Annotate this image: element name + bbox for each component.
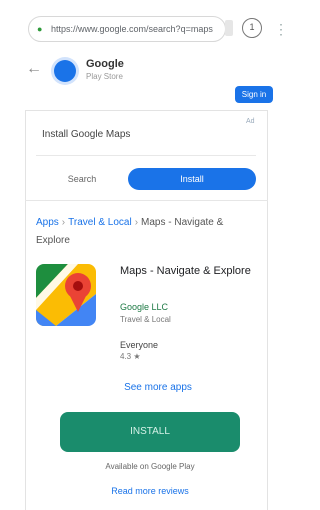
tab-switcher-icon[interactable]: 1 [242, 18, 262, 38]
site-subtitle: Play Store [86, 72, 123, 81]
app-developer[interactable]: Google LLC [120, 302, 168, 312]
segment-search[interactable]: Search [36, 168, 128, 190]
chevron-right-icon: › [61, 217, 66, 228]
url-text[interactable]: https://www.google.com/search?q=maps [51, 24, 213, 34]
segment-install[interactable]: Install [128, 168, 256, 190]
read-reviews-link[interactable]: Read more reviews [90, 486, 210, 496]
breadcrumb: Apps › Travel & Local › Maps - Navigate & Ex… [36, 214, 258, 250]
app-rating: 4.3 ★ [120, 352, 141, 361]
availability-note: Available on Google Play [105, 462, 195, 471]
app-content-rating: Everyone [120, 340, 159, 350]
sign-in-button[interactable]: Sign in [235, 86, 273, 103]
site-logo [54, 60, 76, 82]
divider [36, 155, 256, 156]
more-vert-icon[interactable]: ⋮ [274, 20, 288, 38]
ad-badge: Ad [246, 118, 255, 125]
app-category: Travel & Local [120, 315, 171, 324]
see-more-apps-link[interactable]: See more apps [118, 382, 198, 393]
url-end-chip [225, 20, 233, 36]
maps-app-icon[interactable] [36, 264, 96, 326]
back-arrow-icon[interactable]: ← [26, 60, 42, 78]
breadcrumb-category[interactable]: Travel & Local [68, 217, 132, 228]
breadcrumb-apps[interactable]: Apps [36, 217, 59, 228]
app-title[interactable]: Maps - Navigate & Explore [120, 264, 260, 278]
site-name: Google [86, 58, 124, 70]
browser-toolbar: ● https://www.google.com/search?q=maps 1… [0, 0, 300, 56]
divider [25, 200, 268, 201]
search-query-label[interactable]: Install Google Maps [36, 120, 246, 150]
lock-icon: ● [37, 23, 43, 34]
install-button[interactable]: INSTALL [60, 412, 240, 452]
chevron-right-icon: › [134, 217, 139, 228]
address-bar[interactable]: ● https://www.google.com/search?q=maps [28, 16, 226, 42]
